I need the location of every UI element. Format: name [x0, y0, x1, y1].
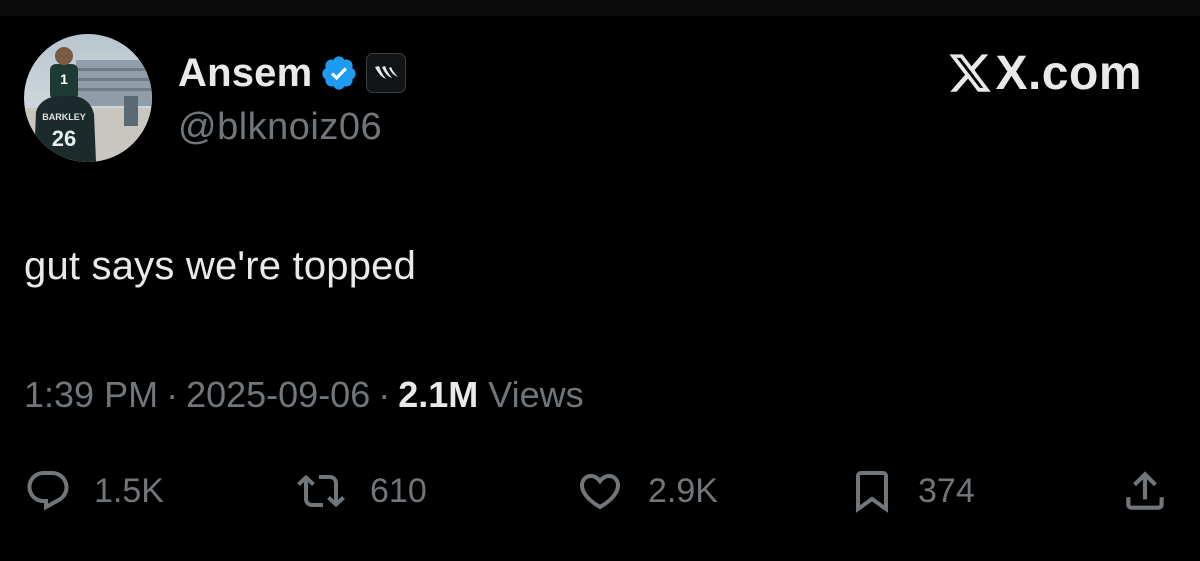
like-button[interactable]: 2.9K: [574, 462, 718, 520]
reply-icon: [27, 471, 69, 511]
bookmark-button[interactable]: 374: [848, 462, 975, 520]
top-edge-bar: [0, 0, 1200, 16]
views-count: 2.1M: [398, 374, 479, 415]
affiliate-logo-icon[interactable]: [366, 53, 407, 93]
brand-watermark: X.com: [947, 46, 1142, 100]
like-count: 2.9K: [648, 471, 718, 510]
x-logo-icon: [947, 50, 993, 96]
avatar[interactable]: 1 BARKLEY 26: [24, 34, 152, 162]
author-name-row[interactable]: Ansem: [178, 48, 407, 98]
meta-separator: ·: [166, 374, 179, 415]
reply-button[interactable]: 1.5K: [24, 462, 164, 520]
repost-count: 610: [370, 471, 427, 510]
views-label: Views: [488, 374, 584, 415]
avatar-jersey-number: 26: [52, 126, 76, 151]
meta-separator: ·: [378, 374, 391, 415]
bookmark-count: 374: [918, 471, 975, 510]
brand-label: X.com: [995, 46, 1142, 100]
bookmark-icon: [856, 471, 888, 513]
action-bar: 1.5K 610 2.9K 374: [0, 462, 1200, 520]
tweet-date[interactable]: 2025-09-06: [186, 374, 370, 416]
tweet-text: gut says we're topped: [24, 244, 417, 288]
tweet-meta: 1:39 PM · 2025-09-06 · 2.1M Views: [24, 374, 584, 416]
avatar-jersey-name: BARKLEY: [42, 112, 86, 122]
repost-button[interactable]: 610: [294, 462, 427, 520]
verified-badge-icon[interactable]: [320, 54, 358, 92]
avatar-jersey-top-number: 1: [60, 71, 68, 87]
author-handle[interactable]: @blknoiz06: [178, 106, 382, 149]
author-display-name[interactable]: Ansem: [178, 51, 312, 96]
tweet-time[interactable]: 1:39 PM: [24, 374, 158, 416]
heart-icon: [579, 474, 621, 510]
repost-icon: [297, 474, 345, 508]
reply-count: 1.5K: [94, 471, 164, 510]
share-button[interactable]: [1120, 462, 1170, 520]
share-icon: [1126, 471, 1164, 510]
